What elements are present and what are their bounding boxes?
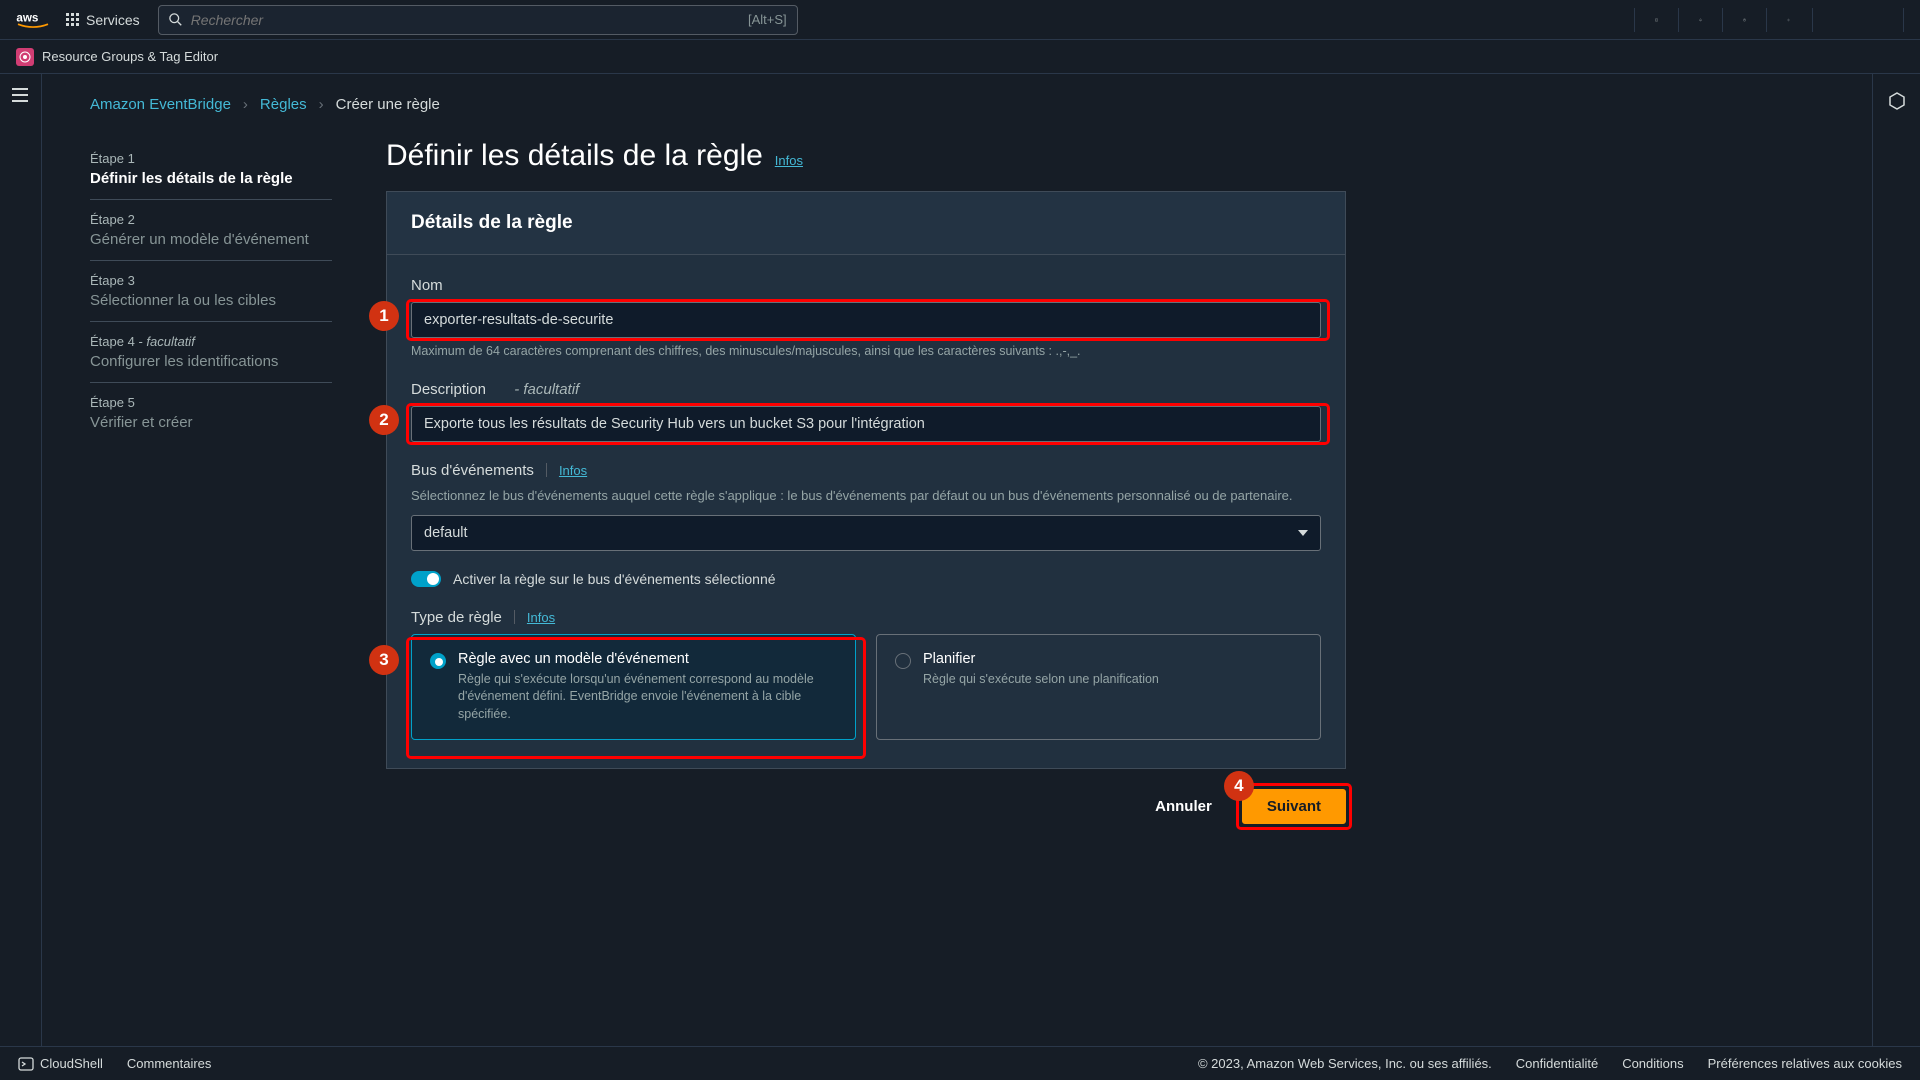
chevron-down-icon — [1298, 530, 1308, 536]
step-label: Étape 1 — [90, 151, 332, 166]
enable-rule-toggle-row: Activer la règle sur le bus d'événements… — [411, 571, 1321, 587]
step-title: Configurer les identifications — [90, 353, 332, 370]
services-label: Services — [86, 12, 140, 28]
radio-title: Planifier — [923, 651, 1159, 667]
step-5[interactable]: Étape 5 Vérifier et créer — [90, 383, 332, 443]
search-icon — [169, 13, 183, 27]
radio-desc: Règle qui s'exécute lorsqu'un événement … — [458, 671, 837, 724]
event-bus-field: Bus d'événements Infos Sélectionnez le b… — [411, 462, 1321, 551]
aws-logo[interactable]: aws — [16, 10, 50, 30]
step-label: Étape 2 — [90, 212, 332, 227]
card-header: Détails de la règle — [387, 192, 1345, 255]
field-label: Description - facultatif — [411, 381, 1321, 398]
settings-icon[interactable] — [1766, 8, 1790, 32]
info-link[interactable]: Infos — [527, 610, 555, 625]
copyright-text: © 2023, Amazon Web Services, Inc. ou ses… — [1198, 1056, 1492, 1071]
cancel-button[interactable]: Annuler — [1139, 790, 1228, 823]
cloudshell-icon — [18, 1056, 34, 1072]
description-field: 2 Description - facultatif — [411, 381, 1321, 442]
callout-marker-4: 4 — [1224, 771, 1254, 801]
step-label: Étape 3 — [90, 273, 332, 288]
svg-text:?: ? — [1744, 19, 1745, 21]
hamburger-icon[interactable] — [12, 88, 30, 1046]
step-4[interactable]: Étape 4 - facultatif Configurer les iden… — [90, 322, 332, 383]
secondary-nav: Resource Groups & Tag Editor — [0, 40, 1920, 74]
radio-title: Règle avec un modèle d'événement — [458, 651, 837, 667]
privacy-link[interactable]: Confidentialité — [1516, 1056, 1598, 1071]
main-panel: Définir les détails de la règle Infos Dé… — [386, 139, 1346, 854]
callout-marker-1: 1 — [369, 301, 399, 331]
content-area: Amazon EventBridge › Règles › Créer une … — [42, 74, 1872, 1046]
rule-name-input[interactable] — [411, 302, 1321, 338]
toggle-label: Activer la règle sur le bus d'événements… — [453, 571, 776, 587]
next-button[interactable]: Suivant — [1242, 789, 1346, 824]
chevron-right-icon: › — [319, 96, 324, 113]
step-label: Étape 4 - facultatif — [90, 334, 332, 349]
terms-link[interactable]: Conditions — [1622, 1056, 1683, 1071]
cloudshell-link[interactable]: CloudShell — [40, 1056, 103, 1071]
wizard-steps: Étape 1 Définir les détails de la règle … — [90, 139, 332, 854]
enable-rule-toggle[interactable] — [411, 571, 441, 587]
step-2[interactable]: Étape 2 Générer un modèle d'événement — [90, 200, 332, 261]
page-title: Définir les détails de la règle — [386, 139, 763, 173]
step-title: Générer un modèle d'événement — [90, 231, 332, 248]
step-1[interactable]: Étape 1 Définir les détails de la règle — [90, 139, 332, 200]
step-title: Définir les détails de la règle — [90, 170, 332, 187]
breadcrumb-current: Créer une règle — [336, 96, 440, 113]
info-link[interactable]: Infos — [775, 153, 803, 168]
rule-type-pattern-tile[interactable]: Règle avec un modèle d'événement Règle q… — [411, 634, 856, 741]
field-label: Type de règle Infos — [411, 609, 1321, 626]
wizard-footer-buttons: Annuler 4 Suivant — [386, 789, 1346, 854]
event-bus-select[interactable]: default — [411, 515, 1321, 551]
field-description: Sélectionnez le bus d'événements auquel … — [411, 487, 1321, 505]
right-rail — [1872, 74, 1920, 1046]
info-link[interactable]: Infos — [559, 463, 587, 478]
step-title: Vérifier et créer — [90, 414, 332, 431]
notifications-icon[interactable] — [1678, 8, 1702, 32]
rule-type-schedule-tile[interactable]: Planifier Règle qui s'exécute selon une … — [876, 634, 1321, 741]
breadcrumb-service[interactable]: Amazon EventBridge — [90, 96, 231, 113]
name-field: 1 Nom Maximum de 64 caractères comprenan… — [411, 277, 1321, 361]
help-icon[interactable]: ? — [1722, 8, 1746, 32]
cookies-link[interactable]: Préférences relatives aux cookies — [1708, 1056, 1902, 1071]
rule-details-card: Détails de la règle 1 Nom Maximum de 64 … — [386, 191, 1346, 769]
divider-icon — [514, 610, 515, 624]
step-label: Étape 5 — [90, 395, 332, 410]
hexagon-icon[interactable] — [1888, 92, 1906, 1046]
rule-description-input[interactable] — [411, 406, 1321, 442]
field-help: Maximum de 64 caractères comprenant des … — [411, 343, 1321, 361]
callout-marker-3: 3 — [369, 645, 399, 675]
resource-groups-label[interactable]: Resource Groups & Tag Editor — [42, 49, 218, 64]
chevron-right-icon: › — [243, 96, 248, 113]
services-button[interactable]: Services — [66, 12, 140, 28]
search-input[interactable] — [191, 12, 748, 28]
resource-groups-icon — [16, 48, 34, 66]
search-box[interactable]: [Alt+S] — [158, 5, 798, 35]
rule-type-field: 3 Type de règle Infos — [411, 609, 1321, 741]
top-nav: aws Services [Alt+S] ? — [0, 0, 1920, 40]
radio-unselected-icon — [895, 653, 911, 669]
step-title: Sélectionner la ou les cibles — [90, 292, 332, 309]
radio-desc: Règle qui s'exécute selon une planificat… — [923, 671, 1159, 689]
grid-icon — [66, 13, 80, 27]
callout-marker-2: 2 — [369, 405, 399, 435]
select-value: default — [424, 525, 468, 541]
breadcrumb: Amazon EventBridge › Règles › Créer une … — [90, 96, 1824, 113]
svg-text:aws: aws — [16, 11, 38, 24]
divider-icon — [546, 463, 547, 477]
field-label: Nom — [411, 277, 1321, 294]
cloudshell-icon[interactable] — [1634, 8, 1658, 32]
search-shortcut: [Alt+S] — [748, 12, 787, 27]
bottom-bar: CloudShell Commentaires © 2023, Amazon W… — [0, 1046, 1920, 1080]
left-rail — [0, 74, 42, 1046]
comments-link[interactable]: Commentaires — [127, 1056, 212, 1071]
radio-selected-icon — [430, 653, 446, 669]
field-label: Bus d'événements Infos — [411, 462, 1321, 479]
breadcrumb-rules[interactable]: Règles — [260, 96, 307, 113]
step-3[interactable]: Étape 3 Sélectionner la ou les cibles — [90, 261, 332, 322]
